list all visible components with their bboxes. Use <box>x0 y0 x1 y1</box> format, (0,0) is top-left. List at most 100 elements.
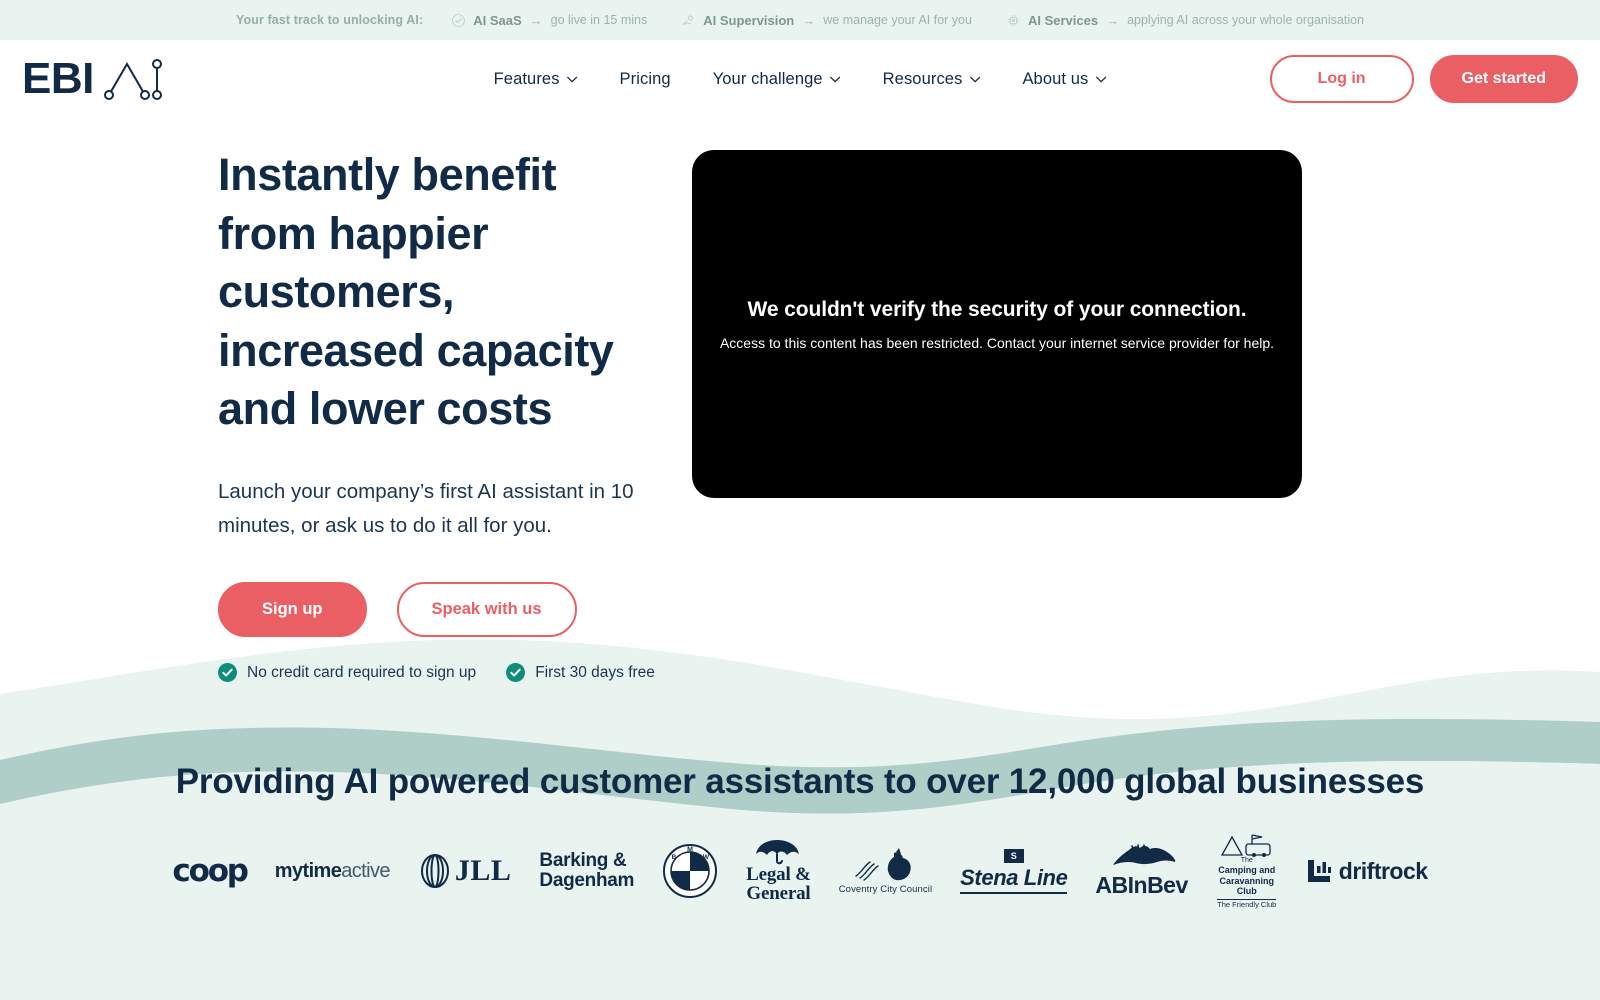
client-logo-legal-and-general: Legal & General <box>746 840 811 903</box>
client-logo-camping-caravanning-club: The Camping and Caravanning Club The Fri… <box>1216 834 1278 909</box>
hero-title: Instantly benefit from happier customers… <box>218 149 614 434</box>
client-logo-driftrock: driftrock <box>1306 840 1428 902</box>
barking-dagenham-wordmark: Barking & Dagenham <box>539 849 635 892</box>
legal-line-2: General <box>746 883 811 905</box>
arrow-right-icon: → <box>529 12 543 28</box>
stena-badge: S <box>1003 848 1024 863</box>
announcement-item-label: AI SaaS <box>473 12 522 28</box>
announcement-bar: Your fast track to unlocking AI: AI SaaS… <box>0 0 1600 40</box>
hero-assurances: No credit card required to sign up First… <box>218 663 662 683</box>
mytimeactive-wordmark: mytimeactive <box>274 859 391 883</box>
driftrock-wordmark: driftrock <box>1338 857 1428 884</box>
main-nav: Features Pricing Your challenge Resource… <box>473 60 1128 99</box>
login-button[interactable]: Log in <box>1269 55 1414 103</box>
sign-up-button[interactable]: Sign up <box>218 582 367 638</box>
camping-line-0: The <box>1240 856 1253 864</box>
chevron-down-icon <box>567 76 578 82</box>
nav-item-label: Features <box>493 69 560 88</box>
announcement-lead: Your fast track to unlocking AI: <box>235 13 424 27</box>
legal-line-1: Legal & <box>746 864 811 886</box>
client-logo-bmw: M B W <box>662 840 718 902</box>
nav-item-your-challenge[interactable]: Your challenge <box>692 60 862 99</box>
announcement-item-label: AI Supervision <box>703 12 795 28</box>
client-logo-coop: coop <box>172 840 249 902</box>
client-logo-mytimeactive: mytimeactive <box>274 840 391 902</box>
logo-wordmark: EBI <box>22 54 94 103</box>
hero-cta-group: Sign up Speak with us <box>218 582 662 638</box>
nav-item-label: Your challenge <box>712 69 823 88</box>
coventry-wordmark: Coventry City Council <box>838 883 933 895</box>
nav-item-features[interactable]: Features <box>473 60 599 99</box>
check-badge-icon <box>506 663 526 683</box>
announcement-item-tail: go live in 15 mins <box>550 13 648 27</box>
stena-wordmark: Stena Line <box>960 865 1068 894</box>
hero-subtitle: Launch your company’s first AI assistant… <box>218 479 634 538</box>
barking-line-1: Barking & <box>539 849 627 871</box>
nav-item-about-us[interactable]: About us <box>1001 60 1127 99</box>
mytimeactive-bold: mytime <box>274 859 342 882</box>
arrow-right-icon: → <box>802 12 816 28</box>
elephant-horse-icon <box>855 847 912 881</box>
announcement-item-ai-saas[interactable]: AI SaaS → go live in 15 mins <box>451 13 647 28</box>
video-error-title: We couldn't verify the security of your … <box>747 297 1247 321</box>
arrow-right-icon: → <box>1106 12 1120 28</box>
client-logo-strip: coop mytimeactive JLL Barking & Dagenham <box>0 834 1600 909</box>
umbrella-icon <box>756 840 800 865</box>
nav-item-label: Resources <box>882 69 963 88</box>
assurance-item: First 30 days free <box>506 663 655 683</box>
header-actions: Log in Get started <box>1269 55 1578 103</box>
announcement-item-tail: applying AI across your whole organisati… <box>1127 13 1365 27</box>
nav-item-label: Pricing <box>619 69 671 88</box>
coop-wordmark: coop <box>172 853 249 890</box>
camping-wordmark: The Camping and Caravanning Club The Fri… <box>1217 856 1277 910</box>
svg-text:M: M <box>687 847 693 854</box>
hand-gear-icon <box>682 14 694 25</box>
get-started-button[interactable]: Get started <box>1429 55 1578 103</box>
assurance-item: No credit card required to sign up <box>218 663 476 683</box>
legal-general-wordmark: Legal & General <box>746 865 811 903</box>
camping-line-2: Caravanning <box>1219 875 1275 886</box>
check-badge-icon <box>218 663 237 683</box>
bmw-roundel-icon: M B W <box>663 844 718 899</box>
assurance-label: First 30 days free <box>535 663 655 681</box>
chevron-down-icon <box>969 76 980 82</box>
chevron-down-icon <box>1095 76 1106 82</box>
site-header: EBI Features Pricing Your challenge Reso… <box>0 40 1600 118</box>
tent-caravan-icon <box>1220 834 1271 857</box>
hero-copy: Instantly benefit from happier customers… <box>22 146 662 683</box>
eagle-icon <box>1112 843 1175 865</box>
jll-globe-icon <box>420 854 449 889</box>
chevron-down-icon <box>830 76 841 82</box>
client-logo-jll: JLL <box>418 840 512 902</box>
video-player-blocked[interactable]: We couldn't verify the security of your … <box>692 150 1302 498</box>
mytimeactive-light: active <box>341 859 390 882</box>
ai-nodes-icon <box>103 59 162 100</box>
nav-item-pricing[interactable]: Pricing <box>599 60 692 99</box>
client-logo-stena-line: S Stena Line <box>960 840 1068 902</box>
check-circle-icon <box>452 13 466 27</box>
announcement-item-label: AI Services <box>1027 12 1099 28</box>
barking-line-2: Dagenham <box>539 870 635 892</box>
logo[interactable]: EBI <box>22 54 162 104</box>
nav-item-label: About us <box>1022 69 1089 88</box>
camping-line-4: The Friendly Club <box>1217 898 1277 909</box>
svg-text:W: W <box>703 854 710 861</box>
client-logo-barking-dagenham: Barking & Dagenham <box>539 840 634 902</box>
hero-media: We couldn't verify the security of your … <box>692 146 1578 682</box>
announcement-item-tail: we manage your AI for you <box>823 13 972 27</box>
client-logo-abinbev: ABInBev <box>1095 840 1188 902</box>
hero-section: Instantly benefit from happier customers… <box>0 118 1600 683</box>
client-logo-coventry-city-council: Coventry City Council <box>839 840 932 902</box>
svg-text:B: B <box>672 854 677 861</box>
chip-icon <box>1007 14 1020 26</box>
camping-line-1: Camping and <box>1218 865 1276 876</box>
announcement-item-ai-services[interactable]: AI Services → applying AI across your wh… <box>1006 13 1364 28</box>
video-error-subtitle: Access to this content has been restrict… <box>719 334 1275 351</box>
camping-line-3: Club <box>1236 886 1257 897</box>
abinbev-wordmark: ABInBev <box>1095 871 1188 898</box>
jll-wordmark: JLL <box>454 854 512 888</box>
speak-with-us-button[interactable]: Speak with us <box>396 582 577 638</box>
announcement-item-ai-supervision[interactable]: AI Supervision → we manage your AI for y… <box>681 13 972 28</box>
bar-chart-icon <box>1307 860 1331 883</box>
nav-item-resources[interactable]: Resources <box>862 60 1002 99</box>
